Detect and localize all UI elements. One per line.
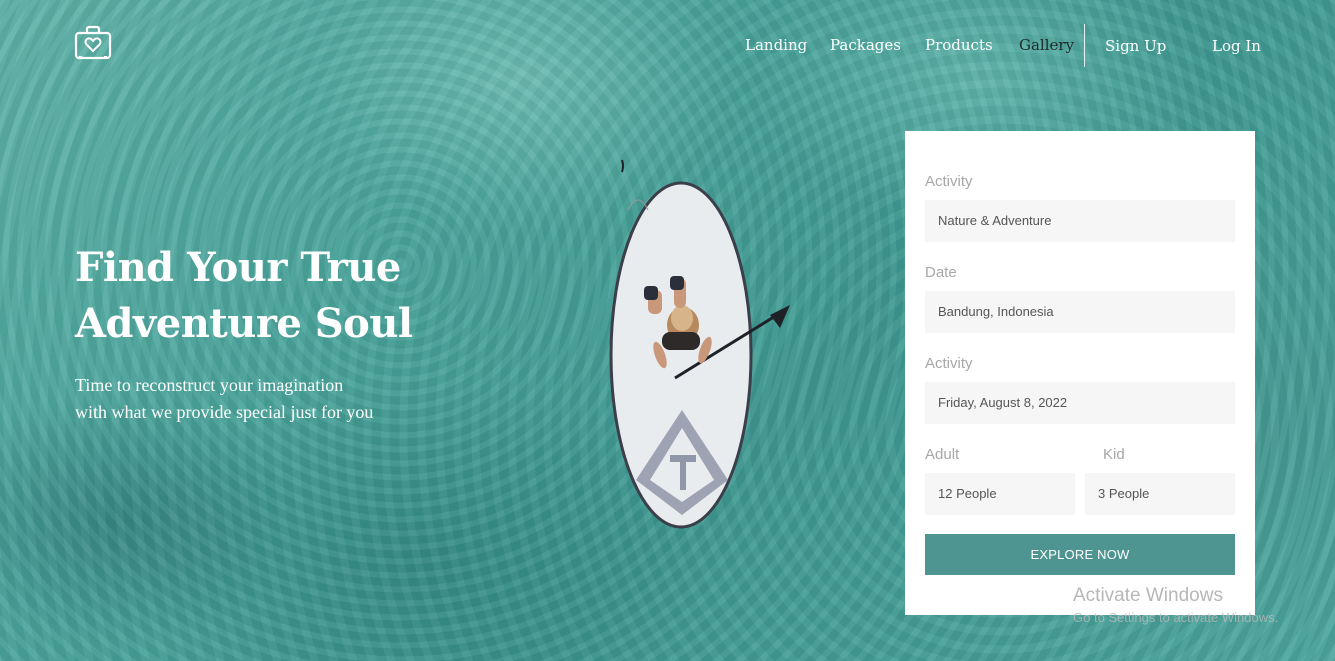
explore-now-button[interactable]: EXPLORE NOW — [925, 534, 1235, 575]
nav-link-gallery[interactable]: Gallery — [1019, 36, 1074, 54]
sign-up-link[interactable]: Sign Up — [1105, 37, 1166, 55]
adult-field[interactable]: 12 People — [925, 473, 1075, 515]
log-in-link[interactable]: Log In — [1212, 37, 1261, 55]
booking-form-card: Activity Nature & Adventure Date Bandung… — [905, 131, 1255, 615]
hero-subtitle-line2: with what we provide special just for yo… — [75, 402, 374, 422]
date-field[interactable]: Bandung, Indonesia — [925, 291, 1235, 333]
kid-label: Kid — [1103, 446, 1125, 463]
nav-link-products[interactable]: Products — [925, 36, 993, 54]
hero-subtitle-line1: Time to reconstruct your imagination — [75, 375, 344, 395]
activity-field[interactable]: Nature & Adventure — [925, 200, 1235, 242]
date-label: Date — [925, 264, 957, 281]
hero-title-line1: Find Your True — [75, 244, 401, 291]
kid-field[interactable]: 3 People — [1085, 473, 1235, 515]
nav-link-landing[interactable]: Landing — [745, 36, 807, 54]
nav-link-packages[interactable]: Packages — [830, 36, 901, 54]
paddleboard-photo — [609, 159, 790, 529]
watermark-title: Activate Windows — [1073, 585, 1223, 606]
watermark-subtitle: Go to Settings to activate Windows. — [1073, 610, 1279, 625]
activity-label-2: Activity — [925, 355, 973, 372]
hero-title: Find Your True Adventure Soul — [75, 240, 475, 352]
activate-windows-watermark: Activate Windows Go to Settings to activ… — [1073, 585, 1323, 629]
top-navigation: Landing Packages Products Gallery Sign U… — [0, 36, 1335, 56]
activity-label: Activity — [925, 173, 973, 190]
hero-subtitle: Time to reconstruct your imagination wit… — [75, 372, 435, 426]
nav-divider — [1084, 24, 1085, 67]
adult-label: Adult — [925, 446, 960, 463]
activity-date-field[interactable]: Friday, August 8, 2022 — [925, 382, 1235, 424]
hero-title-line2: Adventure Soul — [75, 300, 413, 347]
